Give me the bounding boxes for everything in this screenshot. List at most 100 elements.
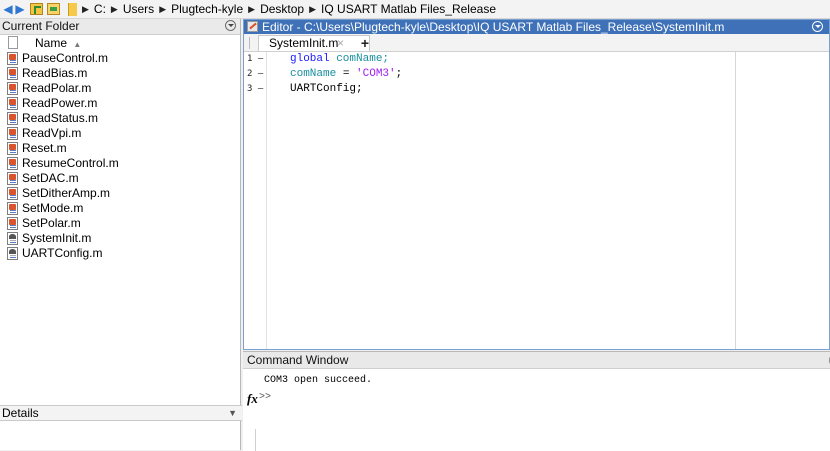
assignment-operator: = xyxy=(336,68,357,80)
tab-divider xyxy=(249,37,250,49)
command-prompt[interactable]: >> xyxy=(259,392,271,403)
function-browser-icon[interactable]: fx xyxy=(247,391,258,407)
current-folder-panel: Current Folder Name ▲ PauseControl.m Read… xyxy=(0,19,241,450)
file-list-item[interactable]: ResumeControl.m xyxy=(0,156,240,171)
assigned-var-name: comName xyxy=(290,68,337,80)
command-window-edge xyxy=(243,429,256,451)
command-window-panel: Command Window ( COM3 open succeed. fx >… xyxy=(243,351,830,451)
command-window-body[interactable]: COM3 open succeed. fx >> xyxy=(243,369,830,451)
code-line-1[interactable]: global comName; xyxy=(266,52,829,67)
name-column-label: Name xyxy=(35,36,68,50)
function-file-icon xyxy=(7,112,18,125)
file-list-item[interactable]: PauseControl.m xyxy=(0,51,240,66)
script-file-icon xyxy=(7,232,18,245)
details-panel-header[interactable]: Details ▼ xyxy=(0,405,242,421)
name-column-header[interactable]: Name ▲ xyxy=(0,35,240,51)
code-line-3[interactable]: UARTConfig; xyxy=(266,82,829,97)
editor-actions-icon[interactable] xyxy=(812,21,823,32)
file-list-item[interactable]: ReadPower.m xyxy=(0,96,240,111)
line-number-gutter: 1 — 2 — 3 — xyxy=(244,52,267,349)
file-list-item[interactable]: UARTConfig.m xyxy=(0,246,240,261)
function-file-icon xyxy=(7,172,18,185)
command-window-title: Command Window xyxy=(247,353,349,367)
tab-systeminit[interactable]: SystemInit.m × + xyxy=(258,35,370,51)
code-lines[interactable]: global comName; comName = 'COM3'; UARTCo… xyxy=(266,52,829,97)
close-tab-icon[interactable]: × xyxy=(337,36,344,51)
file-name: PauseControl.m xyxy=(22,51,109,65)
file-list-item[interactable]: ReadBias.m xyxy=(0,66,240,81)
details-panel-body xyxy=(0,421,240,450)
details-label: Details xyxy=(2,406,39,420)
file-list-item[interactable]: SetMode.m xyxy=(0,201,240,216)
file-name: SetPolar.m xyxy=(22,216,81,230)
file-name: SetDitherAmp.m xyxy=(22,186,111,200)
file-name: ReadBias.m xyxy=(22,66,88,80)
line-number: 2 — xyxy=(247,69,264,79)
folder-icon xyxy=(68,2,77,16)
file-name: ReadVpi.m xyxy=(22,126,82,140)
file-name: SystemInit.m xyxy=(22,231,92,245)
editor-panel: Editor - C:\Users\Plugtech-kyle\Desktop\… xyxy=(243,19,830,350)
file-list-item[interactable]: SetDAC.m xyxy=(0,171,240,186)
breadcrumb-c-drive[interactable]: C: xyxy=(94,2,106,16)
breadcrumb-desktop[interactable]: Desktop xyxy=(260,2,304,16)
breadcrumb-project-folder[interactable]: IQ USART Matlab Files_Release xyxy=(321,2,496,16)
file-list-item[interactable]: ReadStatus.m xyxy=(0,111,240,126)
sort-ascending-icon: ▲ xyxy=(73,40,82,49)
tab-label: SystemInit.m xyxy=(269,36,339,50)
command-output: COM3 open succeed. xyxy=(264,375,373,386)
file-list-item[interactable]: SystemInit.m xyxy=(0,231,240,246)
editor-title-bar: Editor - C:\Users\Plugtech-kyle\Desktop\… xyxy=(244,20,829,34)
script-file-icon xyxy=(7,247,18,260)
keyword-global: global xyxy=(290,53,330,65)
breadcrumb-separator-icon: ▶ xyxy=(159,3,167,14)
breadcrumb-separator-icon: ▶ xyxy=(248,3,256,14)
right-margin-line xyxy=(735,52,736,349)
file-name: ReadStatus.m xyxy=(22,111,99,125)
function-file-icon xyxy=(7,142,18,155)
current-folder-title-bar: Current Folder xyxy=(0,19,240,35)
file-name: UARTConfig.m xyxy=(22,246,103,260)
file-list-item[interactable]: SetDitherAmp.m xyxy=(0,186,240,201)
function-file-icon xyxy=(7,52,18,65)
panel-actions-icon[interactable] xyxy=(225,20,236,31)
file-name: ResumeControl.m xyxy=(22,156,119,170)
file-list-item[interactable]: Reset.m xyxy=(0,141,240,156)
line-number: 1 — xyxy=(247,54,264,64)
browse-folder-icon[interactable] xyxy=(47,3,60,15)
forward-arrow-icon[interactable]: ▶ xyxy=(14,3,26,15)
function-file-icon xyxy=(7,127,18,140)
up-folder-icon[interactable] xyxy=(30,3,43,15)
breadcrumb-users[interactable]: Users xyxy=(123,2,154,16)
global-var-name: comName; xyxy=(329,53,390,65)
file-name: SetDAC.m xyxy=(22,171,79,185)
editor-tab-bar: SystemInit.m × + xyxy=(244,34,829,52)
function-file-icon xyxy=(7,82,18,95)
breadcrumb-separator-icon: ▶ xyxy=(110,3,118,14)
line-number: 3 — xyxy=(247,84,264,94)
back-arrow-icon[interactable]: ◀ xyxy=(2,3,14,15)
file-name: ReadPower.m xyxy=(22,96,98,110)
function-call: UARTConfig; xyxy=(290,83,363,95)
editor-title: Editor - C:\Users\Plugtech-kyle\Desktop\… xyxy=(262,20,725,34)
code-editor[interactable]: 1 — 2 — 3 — global comName; comName = 'C… xyxy=(244,52,829,349)
file-list-item[interactable]: SetPolar.m xyxy=(0,216,240,231)
function-file-icon xyxy=(7,217,18,230)
file-list-item[interactable]: ReadPolar.m xyxy=(0,81,240,96)
file-list: PauseControl.m ReadBias.m ReadPolar.m ReadP… xyxy=(0,51,240,261)
breadcrumb-user-folder[interactable]: Plugtech-kyle xyxy=(171,2,243,16)
file-type-column-icon xyxy=(8,36,18,49)
function-file-icon xyxy=(7,202,18,215)
chevron-down-icon[interactable]: ▼ xyxy=(228,406,237,420)
function-file-icon xyxy=(7,157,18,170)
file-list-item[interactable]: ReadVpi.m xyxy=(0,126,240,141)
file-name: ReadPolar.m xyxy=(22,81,92,95)
new-tab-button[interactable]: + xyxy=(358,36,372,51)
file-name: Reset.m xyxy=(22,141,67,155)
string-literal: 'COM3' xyxy=(356,68,396,80)
code-line-2[interactable]: comName = 'COM3'; xyxy=(266,67,829,82)
function-file-icon xyxy=(7,67,18,80)
current-folder-title: Current Folder xyxy=(2,19,80,33)
editor-icon xyxy=(247,21,258,32)
breadcrumb-separator-icon: ▶ xyxy=(309,3,317,14)
